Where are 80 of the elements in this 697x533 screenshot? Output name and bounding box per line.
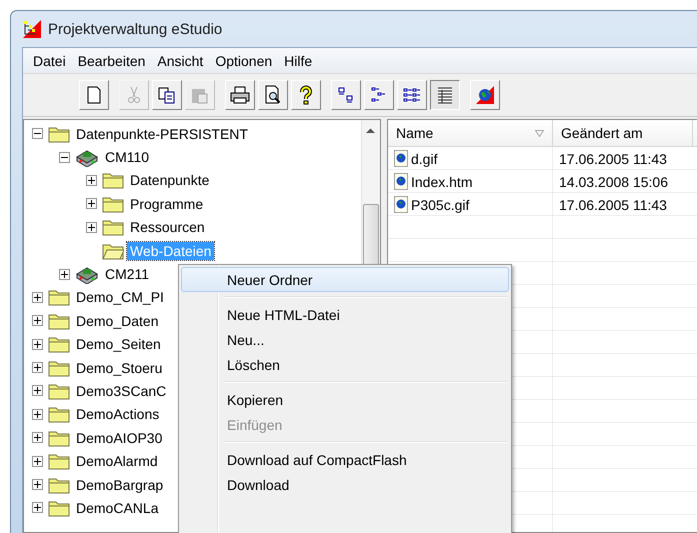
window-title: Projektverwaltung eStudio (48, 20, 222, 38)
folder-icon (48, 405, 70, 424)
expand-toggle[interactable] (32, 408, 43, 420)
column-header[interactable]: Name (388, 120, 553, 146)
folder-icon (48, 476, 70, 494)
menu-item[interactable]: Datei (27, 52, 72, 68)
tree-item[interactable]: DemoBargrap (73, 476, 166, 494)
folder-icon (48, 358, 70, 377)
app-logo-icon (22, 19, 42, 39)
tree-item[interactable]: CM110 (102, 148, 152, 166)
menu-item[interactable]: Optionen (209, 52, 278, 68)
tree-item[interactable]: Demo_CM_PI (73, 288, 167, 306)
context-menu-item[interactable]: Neu... (181, 327, 509, 352)
web-file-icon (394, 173, 408, 190)
expand-toggle[interactable] (86, 174, 97, 186)
context-menu-item[interactable]: Löschen (181, 352, 509, 377)
sort-icon (535, 130, 544, 136)
folder-icon (48, 452, 70, 470)
details-view-icon (435, 85, 455, 105)
expand-toggle[interactable] (86, 198, 97, 210)
expand-toggle[interactable] (32, 315, 43, 326)
menu-item[interactable]: Ansicht (151, 52, 210, 68)
modified-date: 14.03.2008 15:06 (559, 174, 668, 190)
tree-item[interactable]: DemoAIOP30 (73, 428, 166, 447)
expand-toggle[interactable] (32, 479, 43, 490)
tree-item[interactable]: Datenpunkte (127, 171, 212, 190)
folder-icon (48, 288, 70, 306)
context-menu-item[interactable]: Download (181, 472, 509, 497)
tree-item[interactable]: Demo_Daten (73, 312, 162, 330)
collapse-toggle[interactable] (59, 152, 70, 163)
file-name[interactable]: P305c.gif (411, 196, 470, 212)
globe-icon (475, 85, 495, 105)
context-menu-item[interactable]: Kopieren (181, 387, 509, 412)
tree-item[interactable]: DemoActions (73, 405, 162, 424)
folder-icon (48, 124, 70, 143)
printer-icon (230, 85, 250, 105)
modified-date: 17.06.2005 11:43 (559, 150, 667, 166)
tree-item[interactable]: Datenpunkte-PERSISTENT (73, 124, 251, 143)
modified-date: 17.06.2005 11:43 (559, 196, 667, 212)
folder-icon (48, 428, 70, 447)
web-file-icon (394, 196, 408, 213)
folder-icon (48, 498, 70, 517)
expand-toggle[interactable] (32, 362, 43, 374)
folder-icon (102, 171, 124, 190)
expand-toggle[interactable] (32, 338, 43, 350)
menu-item[interactable]: Hilfe (278, 52, 318, 68)
toolbar-button[interactable] (430, 80, 460, 110)
tree-item[interactable]: Demo_Seiten (73, 335, 164, 354)
expand-toggle[interactable] (32, 456, 43, 467)
tree-item[interactable]: Programme (127, 194, 206, 213)
copy-icon (157, 85, 177, 105)
folder-icon (48, 335, 70, 354)
menu-item[interactable]: Bearbeiten (72, 52, 152, 68)
tree-item[interactable]: DemoCANLa (73, 498, 162, 517)
expand-toggle[interactable] (32, 502, 43, 514)
tree-item[interactable]: Demo_Stoeru (73, 358, 166, 377)
web-file-icon (394, 150, 408, 167)
folder-icon (102, 218, 124, 236)
file-name[interactable]: Index.htm (411, 174, 472, 190)
folder-icon (102, 194, 124, 213)
print-preview-icon (263, 85, 283, 105)
expand-toggle[interactable] (86, 222, 97, 233)
tree-item[interactable]: Demo3SCanC (73, 382, 170, 400)
folder-icon (48, 312, 70, 330)
context-menu-item[interactable]: Neuer Ordner (181, 267, 509, 292)
collapse-toggle[interactable] (32, 128, 43, 140)
file-name[interactable]: d.gif (411, 150, 438, 166)
open-folder-icon (102, 242, 124, 260)
expand-toggle[interactable] (32, 292, 43, 303)
folder-icon (48, 382, 70, 400)
tree-item[interactable]: Ressourcen (127, 218, 208, 236)
tree-item[interactable]: DemoAlarmd (73, 452, 161, 470)
expand-toggle[interactable] (32, 432, 43, 444)
expand-toggle[interactable] (59, 268, 70, 280)
tree-item[interactable]: CM211 (102, 265, 152, 284)
scroll-up-arrow-icon[interactable] (366, 128, 375, 134)
context-menu-item[interactable]: Download auf CompactFlash (181, 447, 509, 472)
expand-toggle[interactable] (32, 385, 43, 396)
context-menu-item[interactable]: Neue HTML-Datei (181, 302, 509, 327)
column-header[interactable]: Geändert am (553, 120, 693, 146)
